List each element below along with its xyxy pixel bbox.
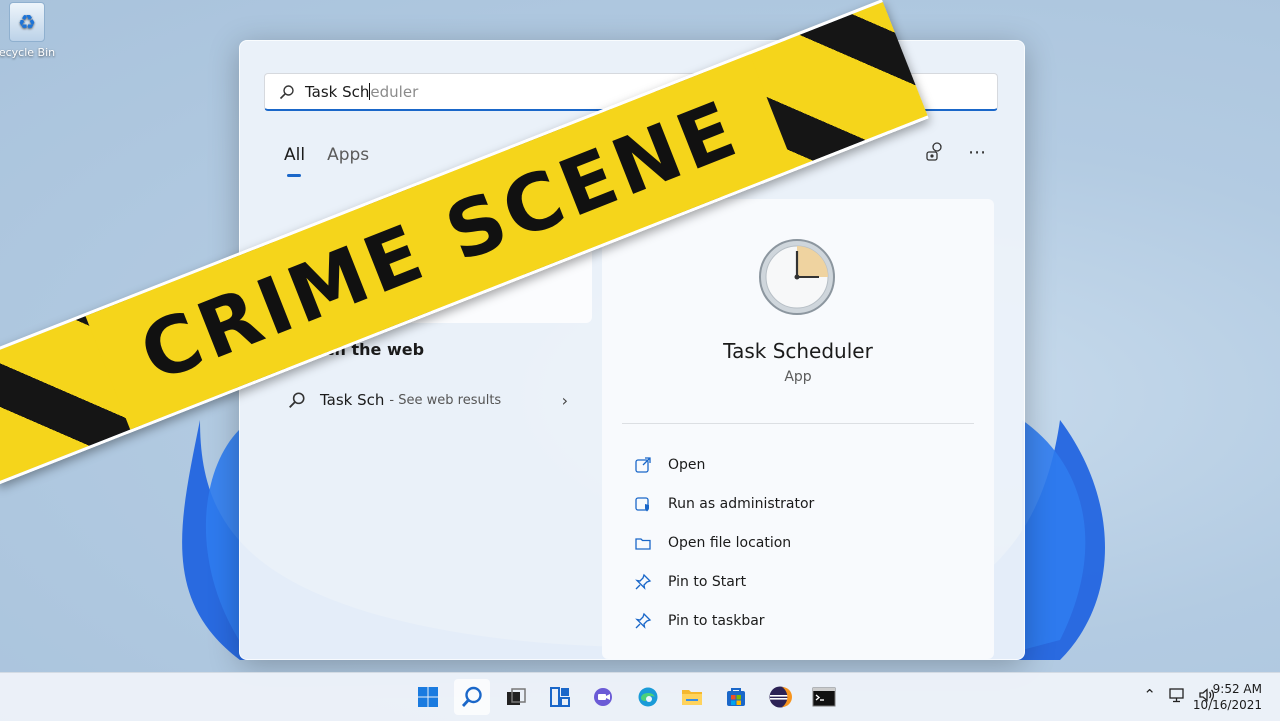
action-label: Open	[668, 456, 706, 473]
panel-top-actions: ⋯	[924, 141, 986, 163]
clock-date: 10/16/2021	[1192, 698, 1262, 712]
edge-button[interactable]	[630, 679, 666, 715]
taskbar-apps	[410, 679, 842, 715]
web-result-row[interactable]: Task Sch - See web results ›	[284, 383, 568, 417]
chat-button[interactable]	[586, 679, 622, 715]
action-open[interactable]: Open	[634, 445, 814, 484]
action-label: Pin to taskbar	[668, 612, 765, 629]
terminal-icon	[812, 687, 836, 707]
pin-icon	[635, 573, 652, 590]
file-explorer-icon	[682, 690, 702, 705]
action-label: Pin to Start	[668, 573, 747, 590]
shield-icon	[635, 496, 649, 511]
chevron-up-icon[interactable]: ⌃	[1143, 686, 1156, 704]
search-icon	[289, 392, 305, 408]
search-icon	[461, 686, 482, 707]
search-icon	[279, 84, 294, 99]
taskbar-clock[interactable]: 9:52 AM 10/16/2021	[1193, 681, 1262, 713]
action-open-file-location[interactable]: Open file location	[634, 523, 814, 562]
web-results-hint: - See web results	[389, 392, 502, 408]
widgets-icon	[550, 687, 570, 707]
divider	[622, 423, 974, 424]
app-actions-list: Open Run as administrator Open file loca…	[634, 445, 814, 640]
store-icon	[727, 688, 745, 706]
task-view-icon	[507, 688, 526, 705]
terminal-button[interactable]	[806, 679, 842, 715]
search-typed-text: Task Sch	[305, 82, 370, 101]
chevron-right-icon: ›	[561, 390, 568, 410]
recycle-bin-icon: ♻	[9, 2, 45, 42]
chat-icon	[594, 688, 612, 706]
action-label: Open file location	[668, 534, 792, 551]
app-type: App	[784, 369, 812, 385]
tab-apps[interactable]: Apps	[327, 145, 369, 165]
task-scheduler-clock-icon	[759, 239, 835, 315]
taskbar: ⌃ 9:52 AM 10/16/2021	[0, 672, 1280, 721]
desktop-icon-label: ecycle Bin	[0, 46, 56, 59]
action-run-as-administrator[interactable]: Run as administrator	[634, 484, 814, 523]
tab-all[interactable]: All	[284, 145, 305, 177]
action-pin-to-taskbar[interactable]: Pin to taskbar	[634, 601, 814, 640]
action-label: Run as administrator	[668, 495, 815, 512]
edge-icon	[638, 687, 658, 707]
eclipse-icon	[769, 686, 792, 708]
web-query-text: Task Sch	[320, 391, 385, 409]
store-button[interactable]	[718, 679, 754, 715]
action-pin-to-start[interactable]: Pin to Start	[634, 562, 814, 601]
taskbar-search-button[interactable]	[454, 679, 490, 715]
search-history-icon[interactable]	[924, 141, 946, 163]
open-external-icon	[635, 456, 651, 473]
eclipse-button[interactable]	[762, 679, 798, 715]
app-name: Task Scheduler	[723, 339, 873, 363]
more-options-icon[interactable]: ⋯	[968, 142, 986, 163]
file-explorer-button[interactable]	[674, 679, 710, 715]
desktop-icon-recycle-bin[interactable]: ♻ ecycle Bin	[0, 2, 62, 59]
windows-start-icon	[418, 687, 438, 707]
widgets-button[interactable]	[542, 679, 578, 715]
folder-icon	[635, 537, 651, 550]
pin-icon	[635, 612, 652, 629]
search-suggestion-text: eduler	[370, 82, 419, 101]
clock-time: 9:52 AM	[1212, 682, 1262, 696]
filter-tabs: All Apps	[284, 145, 369, 177]
task-view-button[interactable]	[498, 679, 534, 715]
start-button[interactable]	[410, 679, 446, 715]
network-icon[interactable]	[1168, 686, 1186, 704]
app-detail-pane: Task Scheduler App Open Run as administr…	[602, 199, 994, 659]
